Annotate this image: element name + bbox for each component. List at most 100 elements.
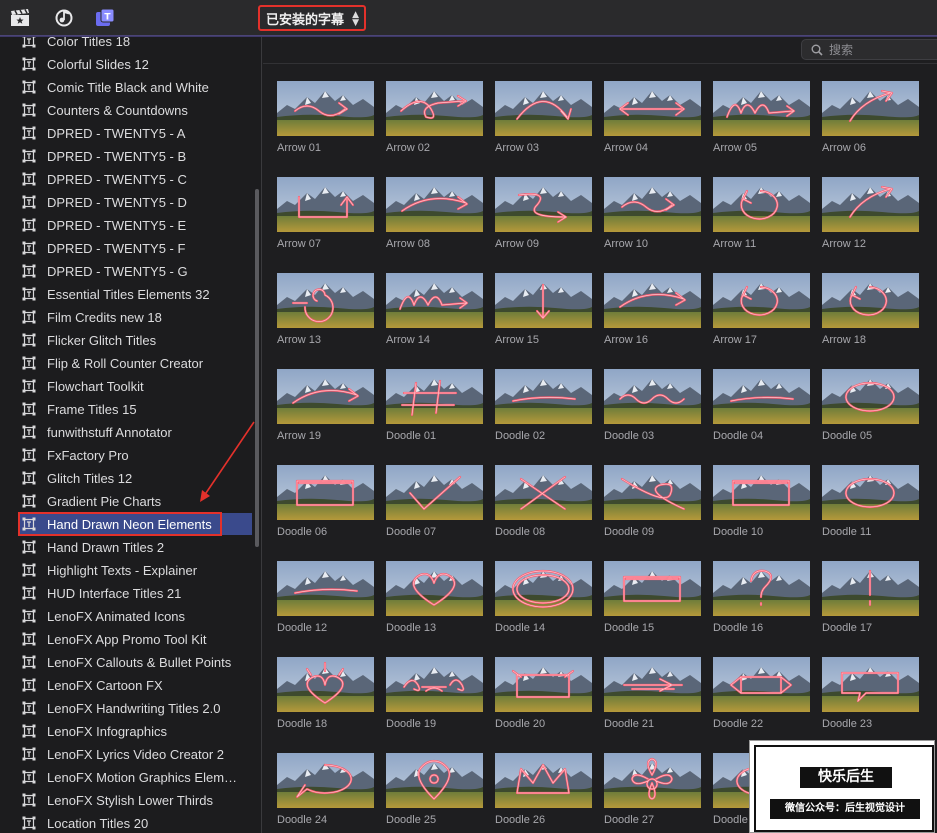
sidebar-item[interactable]: Location Titles 20 (18, 812, 252, 833)
sidebar-item[interactable]: funwithstuff Annotator (18, 421, 252, 443)
sidebar-item[interactable]: Flicker Glitch Titles (18, 329, 252, 351)
title-tile[interactable]: Arrow 04 (604, 81, 702, 154)
title-tile[interactable]: Doodle 21 (604, 657, 702, 730)
sidebar-item[interactable]: LenoFX Lyrics Video Creator 2 (18, 743, 252, 765)
title-tile[interactable]: Arrow 18 (822, 273, 920, 346)
sidebar-item[interactable]: DPRED - TWENTY5 - C (18, 168, 252, 190)
title-tile[interactable]: Doodle 09 (604, 465, 702, 538)
sidebar-item[interactable]: DPRED - TWENTY5 - F (18, 237, 252, 259)
title-tile[interactable]: Arrow 02 (386, 81, 484, 154)
sidebar-item[interactable]: Flip & Roll Counter Creator (18, 352, 252, 374)
sidebar-item[interactable]: DPRED - TWENTY5 - G (18, 260, 252, 282)
title-tile[interactable]: Doodle 14 (495, 561, 593, 634)
title-tile[interactable]: Arrow 14 (386, 273, 484, 346)
sidebar-item[interactable]: Hand Drawn Titles 2 (18, 536, 252, 558)
sidebar-item[interactable]: Counters & Countdowns (18, 99, 252, 121)
title-tile[interactable]: Arrow 06 (822, 81, 920, 154)
title-thumbnail (713, 561, 810, 616)
title-tile[interactable]: Arrow 05 (713, 81, 811, 154)
title-tile[interactable]: Doodle 04 (713, 369, 811, 442)
title-tile[interactable]: Doodle 16 (713, 561, 811, 634)
title-categories-sidebar[interactable]: Color Titles 18 Colorful Slides 12 Comic T… (0, 37, 262, 833)
installed-titles-dropdown[interactable]: 已安装的字幕 ▲ ▼ (258, 5, 366, 31)
title-tile[interactable]: Arrow 08 (386, 177, 484, 250)
sidebar-item[interactable]: Hand Drawn Neon Elements (18, 513, 252, 535)
titles-generators-icon[interactable]: T (95, 8, 115, 27)
title-tile[interactable]: Arrow 19 (277, 369, 375, 442)
sidebar-item-label: HUD Interface Titles 21 (47, 585, 182, 601)
title-tile[interactable]: Doodle 03 (604, 369, 702, 442)
title-tile[interactable]: Arrow 15 (495, 273, 593, 346)
title-tile[interactable]: Doodle 10 (713, 465, 811, 538)
title-tile[interactable]: Doodle 23 (822, 657, 920, 730)
sidebar-item[interactable]: Comic Title Black and White (18, 76, 252, 98)
sidebar-item[interactable]: HUD Interface Titles 21 (18, 582, 252, 604)
title-tile[interactable]: Doodle 22 (713, 657, 811, 730)
sidebar-item[interactable]: Frame Titles 15 (18, 398, 252, 420)
sidebar-item[interactable]: Essential Titles Elements 32 (18, 283, 252, 305)
title-tile[interactable]: Arrow 09 (495, 177, 593, 250)
title-tile[interactable]: Doodle 06 (277, 465, 375, 538)
title-tile[interactable]: Doodle 17 (822, 561, 920, 634)
title-tile[interactable]: Doodle 05 (822, 369, 920, 442)
sidebar-item[interactable]: DPRED - TWENTY5 - D (18, 191, 252, 213)
title-tile-label: Doodle 04 (713, 430, 764, 442)
title-tile[interactable]: Doodle 20 (495, 657, 593, 730)
search-input[interactable] (829, 42, 929, 57)
title-tile[interactable]: Arrow 03 (495, 81, 593, 154)
title-tile[interactable]: Doodle 12 (277, 561, 375, 634)
sidebar-item[interactable]: LenoFX Cartoon FX (18, 674, 252, 696)
sidebar-item[interactable]: Gradient Pie Charts (18, 490, 252, 512)
clapper-icon[interactable] (10, 9, 30, 27)
sidebar-item[interactable]: LenoFX App Promo Tool Kit (18, 628, 252, 650)
title-tile[interactable]: Doodle 07 (386, 465, 484, 538)
title-tile[interactable]: Doodle 26 (495, 753, 593, 826)
sidebar-item[interactable]: Color Titles 18 (18, 37, 252, 52)
title-tile-label: Arrow 14 (386, 334, 431, 346)
title-tile[interactable]: Arrow 07 (277, 177, 375, 250)
sidebar-scrollbar[interactable] (255, 189, 259, 547)
sidebar-item[interactable]: LenoFX Animated Icons (18, 605, 252, 627)
sidebar-item[interactable]: Flowchart Toolkit (18, 375, 252, 397)
title-tile[interactable]: Doodle 15 (604, 561, 702, 634)
title-tile[interactable]: Doodle 13 (386, 561, 484, 634)
title-tile[interactable]: Doodle 25 (386, 753, 484, 826)
sidebar-item[interactable]: Highlight Texts - Explainer (18, 559, 252, 581)
sidebar-item[interactable]: FxFactory Pro (18, 444, 252, 466)
sidebar-item[interactable]: LenoFX Handwriting Titles 2.0 (18, 697, 252, 719)
title-tile[interactable]: Arrow 01 (277, 81, 375, 154)
sidebar-item[interactable]: LenoFX Infographics (18, 720, 252, 742)
source-label: 已安装的字幕 (266, 12, 345, 28)
title-tile[interactable]: Doodle 19 (386, 657, 484, 730)
sidebar-item[interactable]: DPRED - TWENTY5 - B (18, 145, 252, 167)
title-thumbnail (495, 369, 592, 424)
sidebar-item-label: DPRED - TWENTY5 - C (47, 171, 187, 187)
title-tile[interactable]: Doodle 11 (822, 465, 920, 538)
title-tile[interactable]: Arrow 10 (604, 177, 702, 250)
title-tile[interactable]: Doodle 27 (604, 753, 702, 826)
sidebar-item[interactable]: DPRED - TWENTY5 - A (18, 122, 252, 144)
title-tile[interactable]: Arrow 13 (277, 273, 375, 346)
sidebar-item[interactable]: Film Credits new 18 (18, 306, 252, 328)
sidebar-item[interactable]: Glitch Titles 12 (18, 467, 252, 489)
title-tile[interactable]: Arrow 16 (604, 273, 702, 346)
title-tile[interactable]: Doodle 18 (277, 657, 375, 730)
title-category-icon (22, 724, 36, 738)
sidebar-item[interactable]: DPRED - TWENTY5 - E (18, 214, 252, 236)
title-thumbnail (495, 81, 592, 136)
sidebar-item[interactable]: LenoFX Callouts & Bullet Points (18, 651, 252, 673)
title-tile[interactable]: Doodle 02 (495, 369, 593, 442)
title-tile[interactable]: Arrow 17 (713, 273, 811, 346)
title-tile[interactable]: Arrow 11 (713, 177, 811, 250)
sidebar-item[interactable]: LenoFX Stylish Lower Thirds (18, 789, 252, 811)
search-field[interactable] (801, 39, 937, 60)
title-tile[interactable]: Doodle 08 (495, 465, 593, 538)
title-tile[interactable]: Doodle 24 (277, 753, 375, 826)
music-photos-icon[interactable] (54, 9, 74, 27)
title-tile[interactable]: Doodle 01 (386, 369, 484, 442)
title-category-icon (22, 149, 36, 163)
sidebar-item[interactable]: LenoFX Motion Graphics Elem… (18, 766, 252, 788)
sidebar-item[interactable]: Colorful Slides 12 (18, 53, 252, 75)
title-tile[interactable]: Arrow 12 (822, 177, 920, 250)
sidebar-item-label: Highlight Texts - Explainer (47, 562, 198, 578)
